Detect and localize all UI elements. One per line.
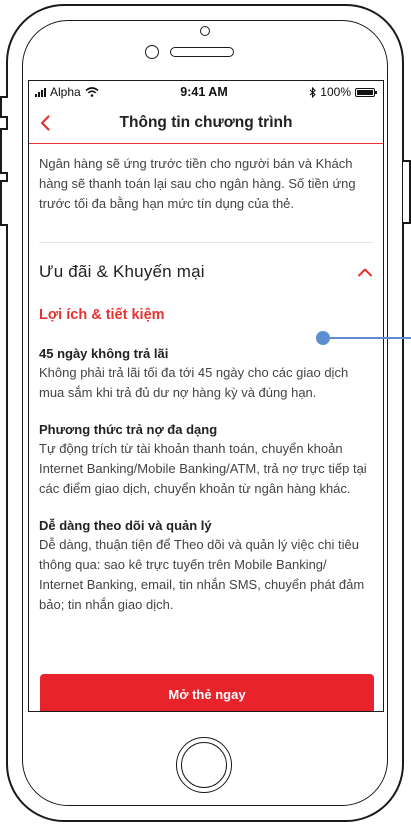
annotation-marker [316, 331, 330, 345]
home-button-ring [181, 742, 227, 788]
chevron-up-icon[interactable] [357, 264, 373, 280]
benefits-subtitle: Lợi ích & tiết kiệm [39, 307, 165, 323]
status-right: 100% [309, 85, 377, 99]
battery-percent: 100% [320, 85, 351, 99]
benefit-item: Dễ dàng theo dõi và quản lý Dễ dàng, thu… [39, 517, 373, 615]
front-camera [145, 45, 159, 59]
bluetooth-icon [309, 86, 317, 98]
content: Ngân hàng sẽ ứng trước tiền cho người bá… [29, 144, 383, 615]
benefit-title: Dễ dàng theo dõi và quản lý [39, 518, 212, 533]
benefit-description: Tự động trích từ tài khoản thanh toán, c… [39, 441, 367, 496]
volume-up-button [0, 128, 8, 174]
screen: Alpha 9:41 AM 100% Thông tin chương trìn… [28, 80, 384, 712]
mute-switch [0, 96, 8, 118]
offers-section-header[interactable]: Ưu đãi & Khuyến mại [39, 259, 373, 285]
sensor-dot [200, 26, 210, 36]
status-bar: Alpha 9:41 AM 100% [29, 81, 383, 103]
power-button [403, 160, 411, 224]
open-card-button[interactable]: Mở thẻ ngay [40, 674, 374, 711]
status-left: Alpha [35, 85, 99, 99]
benefit-description: Dễ dàng, thuận tiện để Theo dõi và quản … [39, 537, 365, 612]
section-title: Ưu đãi & Khuyến mại [39, 262, 205, 281]
carrier-label: Alpha [50, 85, 81, 99]
back-button[interactable] [35, 111, 55, 135]
navigation-bar: Thông tin chương trình [29, 103, 383, 144]
signal-icon [35, 87, 46, 97]
benefit-item: 45 ngày không trả lãi Không phải trả lãi… [39, 345, 373, 403]
benefit-item: Phương thức trả nợ đa dạng Tự động trích… [39, 421, 373, 499]
annotation-line [330, 337, 411, 339]
divider [39, 242, 373, 243]
wifi-icon [85, 87, 99, 97]
benefit-title: Phương thức trả nợ đa dạng [39, 422, 218, 437]
clock: 9:41 AM [180, 85, 228, 99]
volume-down-button [0, 180, 8, 226]
benefit-title: 45 ngày không trả lãi [39, 346, 169, 361]
page-title: Thông tin chương trình [119, 114, 293, 131]
chevron-left-icon [40, 115, 50, 131]
battery-icon [355, 87, 377, 97]
earpiece-speaker [170, 47, 234, 57]
benefit-description: Không phải trả lãi tối đa tới 45 ngày ch… [39, 365, 349, 400]
intro-text: Ngân hàng sẽ ứng trước tiền cho người bá… [39, 156, 356, 211]
